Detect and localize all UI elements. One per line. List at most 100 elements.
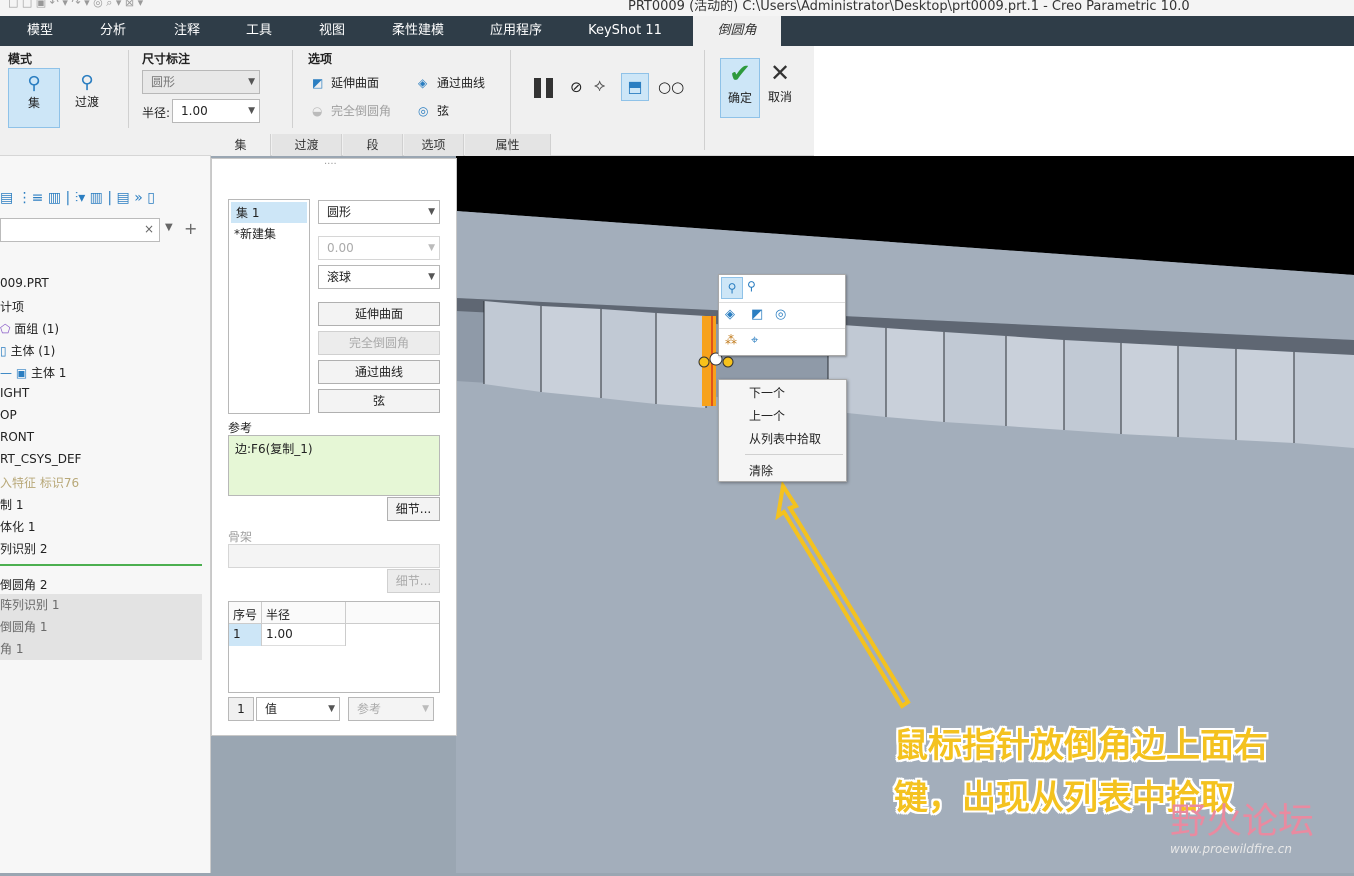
extend-surface-button[interactable]: ◩ 延伸曲面	[312, 74, 379, 91]
tab-flexible-modeling[interactable]: 柔性建模	[380, 16, 456, 46]
transition-mode-mini-button[interactable]: ⚲	[747, 279, 756, 293]
chevron-down-icon[interactable]: ▼	[165, 222, 173, 233]
subtab-options[interactable]: 选项	[404, 134, 464, 156]
watermark-brand: 野火论坛	[1170, 801, 1315, 842]
set-mode-button[interactable]: ⚲ 集	[8, 68, 60, 128]
reference-type-select[interactable]: 参考 ▼	[348, 697, 434, 721]
divider	[719, 328, 845, 329]
full-round-button[interactable]: 完全倒圆角	[318, 331, 440, 355]
radius-select[interactable]: 1.00 ▼	[172, 99, 260, 123]
divider	[704, 50, 705, 150]
references-collector[interactable]: 边:F6(复制_1)	[228, 435, 440, 496]
tree-item-front[interactable]: RONT	[0, 430, 34, 444]
full-round-button[interactable]: ◒ 完全倒圆角	[312, 102, 391, 119]
subtab-pieces[interactable]: 段	[343, 134, 403, 156]
subtab-transitions[interactable]: 过渡	[272, 134, 342, 156]
divider	[719, 302, 845, 303]
new-set-item[interactable]: *新建集	[229, 225, 309, 242]
tree-item-chamfer1[interactable]: 角 1	[0, 638, 202, 660]
add-reference-mini-button[interactable]: ⌖	[751, 333, 758, 348]
table-row-index[interactable]: 1	[229, 624, 261, 646]
clear-icon[interactable]: ×	[144, 222, 154, 236]
through-curve-mini-button[interactable]: ◈	[725, 307, 735, 322]
tree-item-solidify[interactable]: 体化 1	[0, 518, 35, 535]
tree-item-pattern[interactable]: 列识别 2	[0, 540, 47, 557]
panel-grip[interactable]: ····	[324, 159, 337, 170]
tree-item-right[interactable]: IGHT	[0, 386, 29, 400]
tree-item-import[interactable]: 入特征 标识76	[0, 474, 79, 491]
cancel-button[interactable]: ✕ 取消	[762, 58, 798, 118]
cross-section-select[interactable]: 圆形 ▼	[318, 200, 440, 224]
tree-item-design-items[interactable]: 计项	[0, 298, 24, 315]
preview-glasses-button[interactable]: ○○	[658, 78, 684, 96]
tab-model[interactable]: 模型	[10, 16, 70, 46]
tab-view[interactable]: 视图	[302, 16, 362, 46]
skeleton-collector[interactable]	[228, 544, 440, 568]
context-menu: 下一个 上一个 从列表中拾取 清除	[718, 379, 847, 482]
subtab-properties[interactable]: 属性	[465, 134, 551, 156]
extend-surfaces-button[interactable]: 延伸曲面	[318, 302, 440, 326]
menu-item-clear[interactable]: 清除	[749, 462, 773, 479]
model-tree: ▤ ⋮≡ ▥ | ⫶▾ ▥ | ▤ » ▯ × ▼ + 009.PRT 计项 ⬠…	[0, 156, 211, 873]
tree-item-round2[interactable]: 倒圆角 2	[0, 576, 47, 593]
pause-button[interactable]	[532, 76, 556, 100]
tab-round[interactable]: 倒圆角	[693, 16, 781, 46]
pause-icon	[534, 78, 541, 98]
tree-item-pattern1[interactable]: 阵列识别 1	[0, 594, 202, 616]
tree-item-top[interactable]: OP	[0, 408, 17, 422]
tab-annotation[interactable]: 注释	[158, 16, 216, 46]
tab-applications[interactable]: 应用程序	[476, 16, 556, 46]
skeleton-details-button[interactable]: 细节...	[387, 569, 440, 593]
sets-list[interactable]: 集 1 *新建集	[228, 199, 310, 414]
creation-method-select[interactable]: 滚球 ▼	[318, 265, 440, 289]
insert-indicator[interactable]	[0, 564, 202, 566]
chevron-down-icon: ▼	[428, 243, 435, 253]
attached-preview-icon: ⟡	[594, 76, 606, 96]
tree-item-round1[interactable]: 倒圆角 1	[0, 616, 202, 638]
value-type-select[interactable]: 值 ▼	[256, 697, 340, 721]
tab-tools[interactable]: 工具	[230, 16, 288, 46]
menu-item-previous[interactable]: 上一个	[749, 407, 785, 424]
tree-item-body1[interactable]: — ▣ 主体 1	[0, 364, 66, 381]
menu-item-next[interactable]: 下一个	[749, 384, 785, 401]
tab-keyshot[interactable]: KeyShot 11	[578, 16, 672, 46]
through-curve-button[interactable]: 通过曲线	[318, 360, 440, 384]
tree-search-input[interactable]	[0, 218, 160, 242]
through-curve-button[interactable]: ◈ 通过曲线	[418, 74, 485, 91]
transition-mode-button[interactable]: ⚲ 过渡	[62, 68, 112, 128]
tree-item-bodies[interactable]: ▯ 主体 (1)	[0, 342, 55, 359]
no-preview-button[interactable]: ⊘	[570, 78, 583, 96]
watermark: 野火论坛 www.proewildfire.cn	[1170, 801, 1315, 857]
column-radius: 半径	[266, 608, 291, 622]
chord-icon: ◎	[775, 307, 787, 322]
tree-item-csys[interactable]: RT_CSYS_DEF	[0, 452, 81, 466]
ok-button[interactable]: ✔ 确定	[720, 58, 760, 118]
menu-item-pick-from-list[interactable]: 从列表中拾取	[749, 430, 821, 447]
tree-item-part[interactable]: 009.PRT	[0, 276, 49, 290]
add-icon[interactable]: +	[184, 219, 197, 238]
set-item[interactable]: 集 1	[231, 202, 307, 223]
quick-access-toolbar[interactable]: □ □ ▣ ↶ ▾ ↷ ▾ ◎ ⌕ ▾ ⊠ ▾	[8, 0, 143, 10]
shape-select[interactable]: 圆形 ▼	[142, 70, 260, 94]
divider	[345, 602, 346, 646]
subtab-sets[interactable]: 集	[211, 134, 271, 156]
attached-preview-button[interactable]: ⟡	[594, 76, 605, 96]
chord-button[interactable]: 弦	[318, 389, 440, 413]
tree-item-copy[interactable]: 制 1	[0, 496, 23, 513]
set-mode-icon: ⚲	[27, 73, 41, 94]
chord-button[interactable]: ◎ 弦	[418, 102, 449, 119]
extend-surface-mini-button[interactable]: ◩	[751, 307, 763, 322]
set-mode-mini-button[interactable]: ⚲	[721, 277, 743, 299]
chord-mini-button[interactable]: ◎	[775, 307, 786, 322]
details-button[interactable]: 细节...	[387, 497, 440, 521]
divider	[128, 50, 129, 128]
tab-analysis[interactable]: 分析	[84, 16, 142, 46]
mini-toolbar: ⚲ ⚲ ◈ ◩ ◎ ⁂ ⌖	[718, 274, 846, 356]
table-row-radius[interactable]: 1.00	[262, 624, 345, 646]
pattern-mini-button[interactable]: ⁂	[725, 333, 737, 347]
verify-mode-button[interactable]: ⬒	[621, 73, 649, 101]
tree-item-quilts[interactable]: ⬠ 面组 (1)	[0, 320, 59, 337]
divider	[745, 454, 843, 455]
conic-value-select[interactable]: 0.00 ▼	[318, 236, 440, 260]
tree-toolbar[interactable]: ▤ ⋮≡ ▥ | ⫶▾ ▥ | ▤ » ▯	[0, 190, 155, 206]
